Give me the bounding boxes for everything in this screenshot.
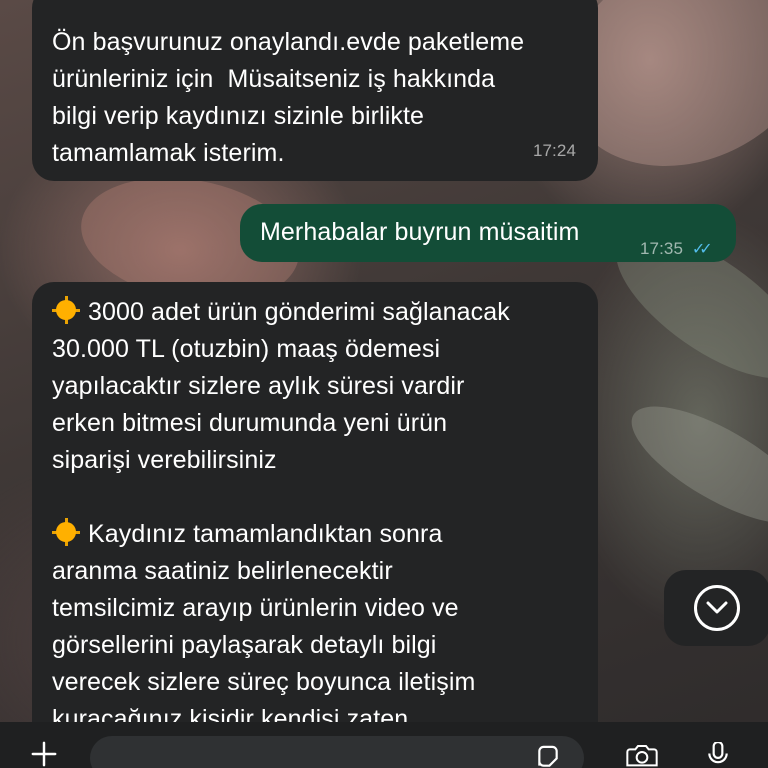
camera-icon[interactable] — [616, 744, 668, 768]
message-time: 17:24 — [532, 141, 576, 160]
message-time-wrapper: 17:35 ✓✓ — [640, 230, 713, 268]
chat-thread[interactable]: Ön başvurunuz onaylandı.evde paketleme ü… — [0, 0, 768, 722]
message-input[interactable] — [90, 736, 584, 768]
message-paragraph: Kaydınız tamamlandıktan sonra aranma saa… — [52, 516, 578, 722]
message-text: Kaydınız tamamlandıktan sonra aranma saa… — [52, 520, 476, 722]
message-bubble-incoming[interactable]: 3000 adet ürün gönderimi sağlanacak 30.0… — [32, 282, 598, 722]
double-check-icon: ✓✓ — [691, 241, 713, 258]
microphone-icon[interactable] — [700, 742, 736, 768]
sun-emoji-icon — [52, 518, 80, 546]
sticker-icon[interactable] — [530, 744, 566, 768]
message-bubble-outgoing[interactable]: Merhabalar buyrun müsaitim 17:35 ✓✓ — [240, 204, 736, 262]
scroll-to-bottom-button[interactable] — [664, 570, 768, 646]
message-text: Ön başvurunuz onaylandı.evde paketleme ü… — [52, 28, 525, 167]
message-paragraph: 3000 adet ürün gönderimi sağlanacak 30.0… — [52, 294, 578, 479]
plus-icon[interactable] — [24, 740, 64, 768]
sun-emoji-icon — [52, 296, 80, 324]
message-time: 17:35 — [640, 239, 684, 258]
message-text: 3000 adet ürün gönderimi sağlanacak 30.0… — [52, 298, 510, 474]
composer-bar — [0, 722, 768, 768]
chevron-down-icon — [694, 585, 740, 631]
message-bubble-incoming[interactable]: Ön başvurunuz onaylandı.evde paketleme ü… — [32, 0, 598, 181]
